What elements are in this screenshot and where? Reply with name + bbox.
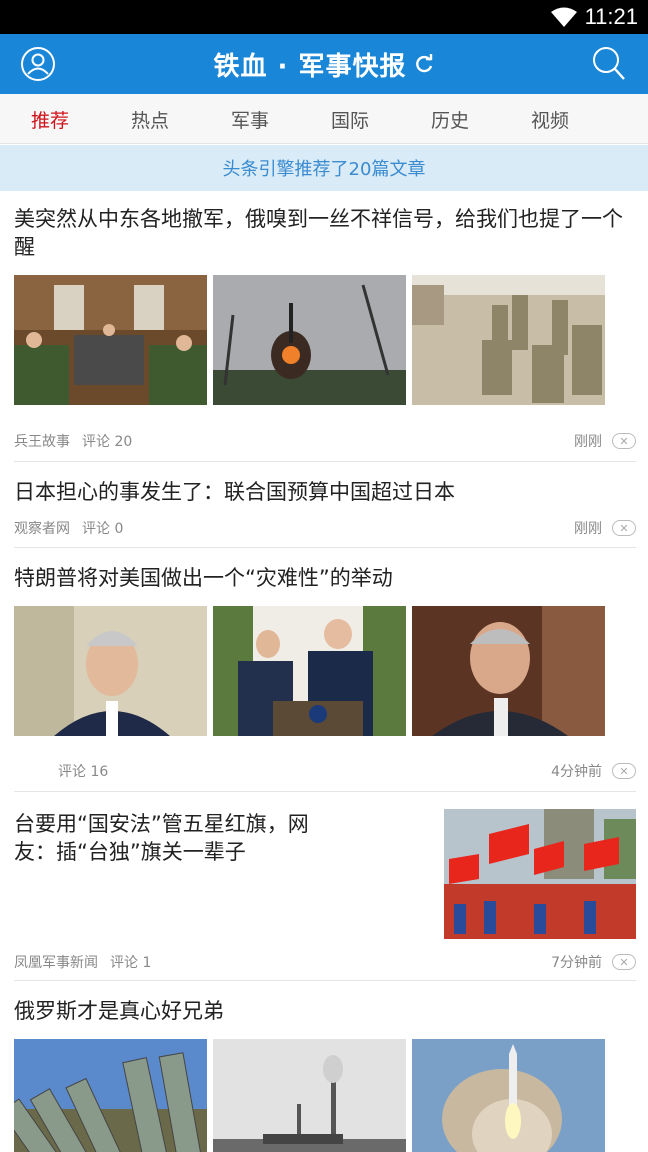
article-images xyxy=(14,1039,636,1152)
article-meta: 评论 16 4分钟前 ✕ xyxy=(14,761,636,781)
article-card[interactable]: 台要用“国安法”管五星红旗，网友：插“台独”旗关一辈子 凤凰军事新闻 评论 1 … xyxy=(14,792,636,981)
article-card[interactable]: 俄罗斯才是真心好兄弟 xyxy=(14,981,636,1152)
tab-international[interactable]: 国际 xyxy=(300,94,400,144)
dismiss-icon[interactable]: ✕ xyxy=(612,763,636,779)
article-meta: 观察者网 评论 0 刚刚 ✕ xyxy=(14,518,636,538)
article-title: 台要用“国安法”管五星红旗，网友：插“台独”旗关一辈子 xyxy=(14,812,309,864)
article-comments: 评论 1 xyxy=(110,955,152,971)
dismiss-icon[interactable]: ✕ xyxy=(612,433,636,449)
recommendation-banner: 头条引擎推荐了20篇文章 xyxy=(0,145,648,191)
search-icon[interactable] xyxy=(592,46,626,82)
article-image[interactable] xyxy=(444,809,636,939)
app-title[interactable]: 铁血 · 军事快报 xyxy=(0,34,648,94)
article-source: 凤凰军事新闻 xyxy=(14,955,98,971)
article-source: 观察者网 xyxy=(14,521,70,537)
tab-military[interactable]: 军事 xyxy=(200,94,300,144)
article-image[interactable] xyxy=(412,1039,605,1152)
article-source: 兵王故事 xyxy=(14,434,70,450)
article-meta: 兵王故事 评论 20 刚刚 ✕ xyxy=(14,431,636,451)
article-meta: 凤凰军事新闻 评论 1 7分钟前 ✕ xyxy=(14,952,636,972)
news-feed: 美突然从中东各地撤军，俄嗅到一丝不祥信号，给我们也提了一个醒 兵王故事 评论 2… xyxy=(0,191,648,1152)
article-image[interactable] xyxy=(14,1039,207,1152)
article-image[interactable] xyxy=(14,606,207,736)
article-comments: 评论 20 xyxy=(82,434,133,450)
article-image[interactable] xyxy=(14,275,207,405)
article-title: 日本担心的事发生了：联合国预算中国超过日本 xyxy=(14,480,455,504)
article-time: 7分钟前 xyxy=(551,955,602,971)
article-title: 特朗普将对美国做出一个“灾难性”的举动 xyxy=(14,566,393,590)
article-images xyxy=(14,606,636,736)
article-image[interactable] xyxy=(412,275,605,405)
article-images xyxy=(14,275,636,405)
article-title: 俄罗斯才是真心好兄弟 xyxy=(14,999,224,1023)
dismiss-icon[interactable]: ✕ xyxy=(612,954,636,970)
article-image[interactable] xyxy=(213,275,406,405)
wifi-icon xyxy=(551,7,577,27)
article-card[interactable]: 日本担心的事发生了：联合国预算中国超过日本 观察者网 评论 0 刚刚 ✕ xyxy=(14,462,636,548)
article-card[interactable]: 美突然从中东各地撤军，俄嗅到一丝不祥信号，给我们也提了一个醒 兵王故事 评论 2… xyxy=(14,191,636,462)
article-image[interactable] xyxy=(213,1039,406,1152)
article-title: 美突然从中东各地撤军，俄嗅到一丝不祥信号，给我们也提了一个醒 xyxy=(14,207,623,259)
article-time: 4分钟前 xyxy=(551,764,602,780)
refresh-icon[interactable] xyxy=(414,54,434,74)
status-time: 11:21 xyxy=(584,4,638,29)
article-comments: 评论 0 xyxy=(82,521,124,537)
article-card[interactable]: 特朗普将对美国做出一个“灾难性”的举动 评论 16 4分钟前 ✕ xyxy=(14,548,636,792)
article-comments: 评论 16 xyxy=(58,764,109,780)
category-tabs: 推荐 热点 军事 国际 历史 视频 xyxy=(0,94,648,144)
app-title-text: 铁血 · 军事快报 xyxy=(213,51,407,82)
dismiss-icon[interactable]: ✕ xyxy=(612,520,636,536)
article-time: 刚刚 xyxy=(574,521,602,537)
tab-history[interactable]: 历史 xyxy=(400,94,500,144)
article-image[interactable] xyxy=(412,606,605,736)
tab-recommend[interactable]: 推荐 xyxy=(0,94,100,144)
tab-video[interactable]: 视频 xyxy=(500,94,600,144)
app-bar: 铁血 · 军事快报 xyxy=(0,34,648,94)
tab-hot[interactable]: 热点 xyxy=(100,94,200,144)
article-time: 刚刚 xyxy=(574,434,602,450)
status-bar: 11:21 xyxy=(0,0,648,34)
article-image[interactable] xyxy=(213,606,406,736)
